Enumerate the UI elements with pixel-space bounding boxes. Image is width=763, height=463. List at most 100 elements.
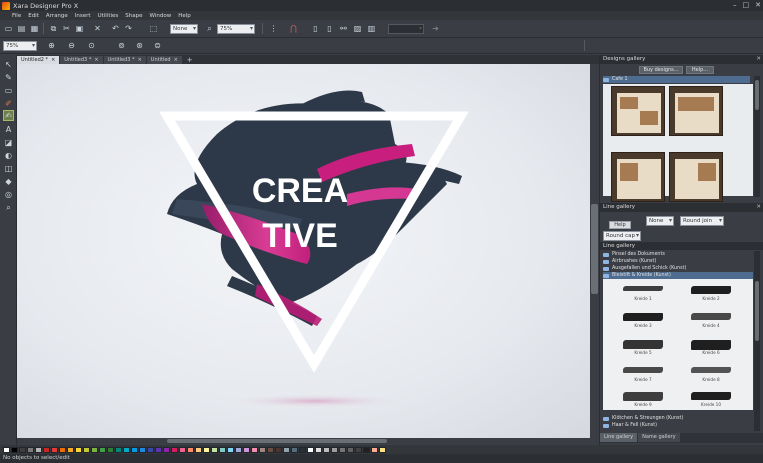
help-button[interactable]: Help... [686, 66, 714, 74]
stroke-kreide-7[interactable]: Kreide 7 [613, 362, 673, 388]
color-swatch[interactable] [187, 446, 194, 453]
color-swatch[interactable] [51, 446, 58, 453]
contour-tool-icon[interactable]: ◎ [3, 189, 14, 200]
redo-icon[interactable]: ↷ [123, 23, 134, 34]
color-swatch[interactable] [219, 446, 226, 453]
cut-icon[interactable]: ✂ [61, 23, 72, 34]
stroke-kreide-2[interactable]: Kreide 2 [681, 281, 741, 307]
color-swatch[interactable] [139, 446, 146, 453]
zoom-icon[interactable]: ⌕ [204, 23, 215, 34]
color-swatch[interactable] [363, 446, 370, 453]
save-icon[interactable]: ▦ [29, 23, 40, 34]
color-swatch[interactable] [339, 446, 346, 453]
zoom-page-icon[interactable]: ⊙ [86, 40, 97, 51]
color-swatch[interactable] [147, 446, 154, 453]
scroll-thumb[interactable] [591, 204, 598, 294]
color-swatch[interactable] [379, 446, 386, 453]
shape-tool-icon[interactable]: ▭ [3, 85, 14, 96]
menu-arrange[interactable]: Arrange [46, 13, 68, 19]
line-cap-dropdown[interactable]: None [646, 216, 674, 226]
color-swatch[interactable] [163, 446, 170, 453]
color-swatch[interactable] [251, 446, 258, 453]
color-swatch[interactable] [331, 446, 338, 453]
open-icon[interactable]: ▤ [16, 23, 27, 34]
menu-shape[interactable]: Shape [125, 13, 142, 19]
color-swatch[interactable] [203, 446, 210, 453]
line-style-dropdown[interactable]: None [170, 24, 198, 34]
color-swatch[interactable] [3, 446, 10, 453]
zoom-tool-icon[interactable]: ⌕ [3, 202, 14, 213]
export-icon[interactable]: ⬚ [148, 23, 159, 34]
tab-close-icon[interactable]: × [51, 56, 55, 64]
zoom-dropdown[interactable]: 75% [217, 24, 255, 34]
color-swatch[interactable] [299, 446, 306, 453]
folder-ausgefallen[interactable]: Ausgefallen und Schick (Kunst) [603, 265, 753, 272]
scroll-thumb[interactable] [755, 80, 759, 110]
tab-close-icon[interactable]: × [138, 56, 142, 64]
layers-icon[interactable]: ▨ [352, 23, 363, 34]
pen-tool-icon[interactable]: ✎ [3, 72, 14, 83]
folder-kloetchen[interactable]: Klötchen & Streungen (Kunst) [603, 415, 753, 422]
color-swatch[interactable] [283, 446, 290, 453]
color-swatch[interactable] [195, 446, 202, 453]
tab-untitled2[interactable]: Untitled2 * × [17, 56, 60, 64]
color-swatch[interactable] [347, 446, 354, 453]
color-swatch[interactable] [99, 446, 106, 453]
freehand-tool-icon[interactable]: ✍ [3, 110, 14, 121]
stroke-kreide-9[interactable]: Kreide 9 [613, 387, 673, 413]
folder-bleistift[interactable]: Bleistift & Kreide (Kunst) [603, 272, 753, 279]
color-swatch[interactable] [115, 446, 122, 453]
close-button[interactable]: ✕ [755, 1, 761, 9]
color-swatch[interactable] [123, 446, 130, 453]
grid-icon[interactable]: ⋮ [268, 23, 279, 34]
stroke-kreide-10[interactable]: Kreide 10 [681, 387, 741, 413]
magnet-icon[interactable]: ⋂ [288, 23, 299, 34]
tab-line-gallery[interactable]: Line gallery [600, 433, 638, 442]
color-swatch[interactable] [11, 446, 18, 453]
zoom-drawing-icon[interactable]: ⊚ [116, 40, 127, 51]
color-swatch[interactable] [59, 446, 66, 453]
folder-airbrushes[interactable]: Airbrushes (Kunst) [603, 258, 753, 265]
canvas-vertical-scrollbar[interactable] [590, 64, 599, 438]
new-tab-button[interactable]: + [183, 56, 197, 64]
color-swatch[interactable] [179, 446, 186, 453]
color-swatch[interactable] [315, 446, 322, 453]
stroke-kreide-8[interactable]: Kreide 8 [681, 362, 741, 388]
color-swatch[interactable] [291, 446, 298, 453]
menu-window[interactable]: Window [150, 13, 172, 19]
maximize-button[interactable]: □ [743, 1, 750, 9]
scroll-thumb[interactable] [755, 281, 759, 341]
menu-utilities[interactable]: Utilities [98, 13, 119, 19]
fill-tool-icon[interactable]: ◪ [3, 137, 14, 148]
color-swatch[interactable] [155, 446, 162, 453]
line-gallery-scrollbar[interactable] [754, 251, 760, 431]
gallery-folder-cafe[interactable]: Cafe 1 [603, 76, 750, 83]
menu-help[interactable]: Help [178, 13, 191, 19]
zoom-secondary-dropdown[interactable]: 75% [3, 41, 37, 51]
color-swatch[interactable] [131, 446, 138, 453]
link-icon[interactable]: ⚯ [338, 23, 349, 34]
tab-untitled3-b[interactable]: Untitled3 * × [103, 56, 146, 64]
menu-edit[interactable]: Edit [28, 13, 39, 19]
color-swatch[interactable] [107, 446, 114, 453]
color-swatch[interactable] [275, 446, 282, 453]
line-help-button[interactable]: Help [609, 221, 631, 229]
page-icon[interactable]: ▯ [310, 23, 321, 34]
tab-untitled[interactable]: Untitled × [146, 56, 182, 64]
color-swatch[interactable] [371, 446, 378, 453]
color-swatch[interactable] [67, 446, 74, 453]
shadow-tool-icon[interactable]: ◫ [3, 163, 14, 174]
designs-gallery-scrollbar[interactable] [754, 76, 760, 197]
color-swatch[interactable] [355, 446, 362, 453]
transparency-tool-icon[interactable]: ◐ [3, 150, 14, 161]
minimize-button[interactable]: – [733, 1, 737, 9]
color-swatch[interactable] [243, 446, 250, 453]
color-swatch[interactable] [323, 446, 330, 453]
line-join-dropdown[interactable]: Round join [680, 216, 724, 226]
design-thumbnail[interactable] [611, 152, 665, 202]
buy-designs-button[interactable]: Buy designs... [639, 66, 683, 74]
bevel-tool-icon[interactable]: ◆ [3, 176, 14, 187]
copy-icon[interactable]: ⧉ [48, 23, 59, 34]
stroke-kreide-1[interactable]: Kreide 1 [613, 281, 673, 307]
brush-tool-icon[interactable]: ✐ [3, 98, 14, 109]
